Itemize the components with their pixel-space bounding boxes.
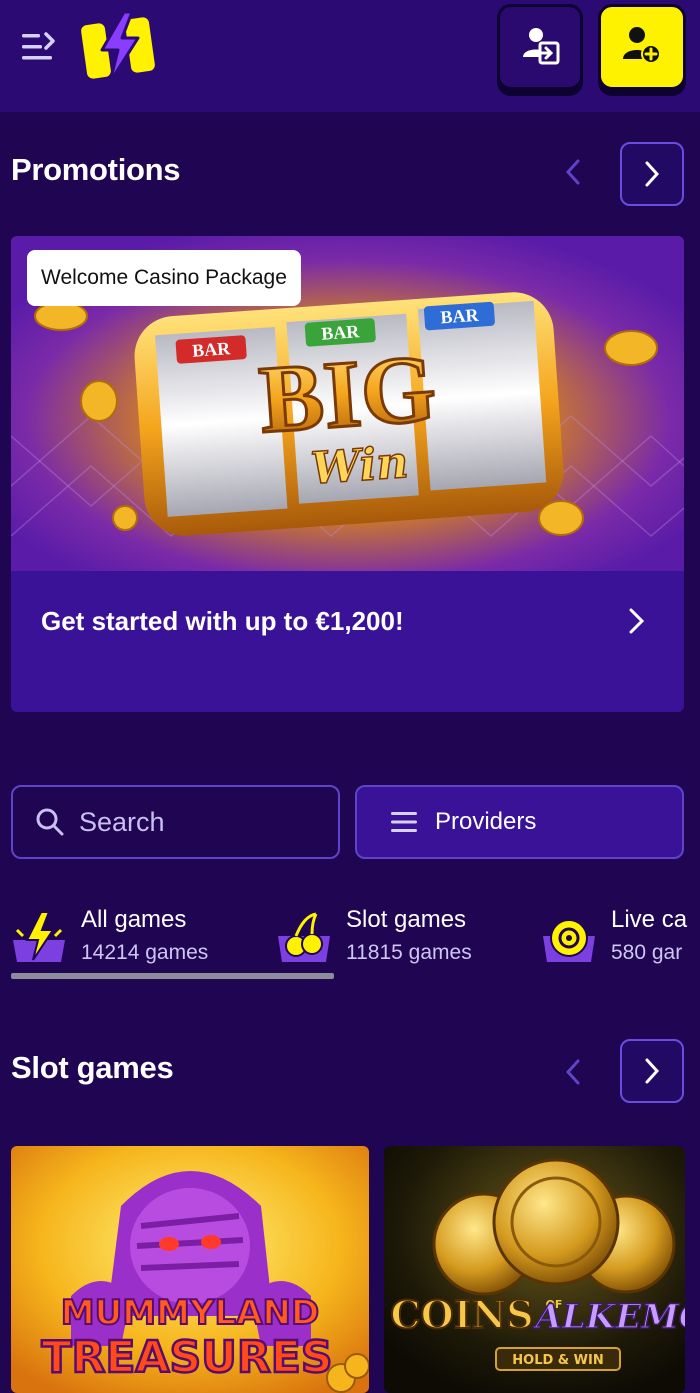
reel-bar-text-1: BAR <box>192 338 232 361</box>
game-title-line2: TREASURES <box>41 1332 332 1383</box>
tab-label: Live ca <box>611 906 688 933</box>
tab-label: Slot games <box>346 906 467 933</box>
lightning-icon <box>13 911 65 962</box>
tab-live-casino[interactable]: Live ca 580 gar <box>541 900 700 980</box>
game-title-coins: COINS <box>390 1292 533 1337</box>
login-button[interactable] <box>497 4 583 90</box>
promotions-title: Promotions <box>11 152 181 187</box>
slot-games-prev-button[interactable] <box>558 1052 588 1092</box>
search-input[interactable] <box>79 806 319 838</box>
promo-card-welcome[interactable]: BAR BAR BAR BIG Win Welcome Casino Packa… <box>11 236 684 712</box>
category-tabs: All games 14214 games Slot games 11815 g… <box>0 900 700 985</box>
brand-logo[interactable] <box>80 10 158 84</box>
slot-games-next-button[interactable] <box>620 1039 684 1103</box>
chevron-right-icon <box>645 1058 660 1084</box>
game-subtitle-hold-win: HOLD & WIN <box>512 1353 603 1368</box>
chevron-left-icon <box>565 159 580 185</box>
game-title-line1: MUMMYLAND <box>61 1293 319 1333</box>
search-box[interactable] <box>11 785 340 859</box>
slot-games-title: Slot games <box>11 1050 174 1085</box>
game-title-alkemor: ALKEMO <box>532 1297 685 1337</box>
login-icon <box>520 25 560 70</box>
active-tab-indicator <box>11 973 334 979</box>
roulette-chip-icon <box>543 919 595 962</box>
game-tile-mummyland-treasures[interactable]: MUMMYLAND TREASURES <box>11 1146 369 1393</box>
search-icon <box>35 807 65 837</box>
providers-label: Providers <box>435 808 537 835</box>
big-text: BIG <box>256 334 439 453</box>
register-button[interactable] <box>598 4 686 90</box>
chevron-right-icon <box>645 161 660 187</box>
tab-count: 14214 games <box>81 941 209 964</box>
list-icon <box>389 809 419 835</box>
promo-description: Get started with up to €1,200! <box>41 606 404 636</box>
top-header <box>0 0 700 112</box>
promotions-prev-button[interactable] <box>558 152 588 192</box>
add-user-icon <box>622 25 662 70</box>
tab-count: 580 gar <box>611 941 683 964</box>
mummyland-treasures-thumbnail: MUMMYLAND TREASURES <box>11 1146 369 1393</box>
promo-badge: Welcome Casino Package <box>27 250 301 306</box>
menu-icon[interactable] <box>20 30 60 64</box>
tab-label: All games <box>81 906 187 933</box>
chevron-right-icon <box>629 608 645 634</box>
tab-count: 11815 games <box>346 941 472 964</box>
win-text: Win <box>309 437 410 495</box>
tab-slot-games[interactable]: Slot games 11815 games <box>276 900 526 980</box>
cherries-icon <box>278 912 330 962</box>
game-tile-coins-of-alkemor[interactable]: COINS OF ALKEMO HOLD & WIN <box>384 1146 685 1393</box>
chevron-left-icon <box>565 1059 580 1085</box>
coins-of-alkemor-thumbnail: COINS OF ALKEMO HOLD & WIN <box>384 1146 685 1393</box>
providers-button[interactable]: Providers <box>355 785 684 859</box>
reel-bar-text-3: BAR <box>440 305 480 328</box>
promotions-next-button[interactable] <box>620 142 684 206</box>
